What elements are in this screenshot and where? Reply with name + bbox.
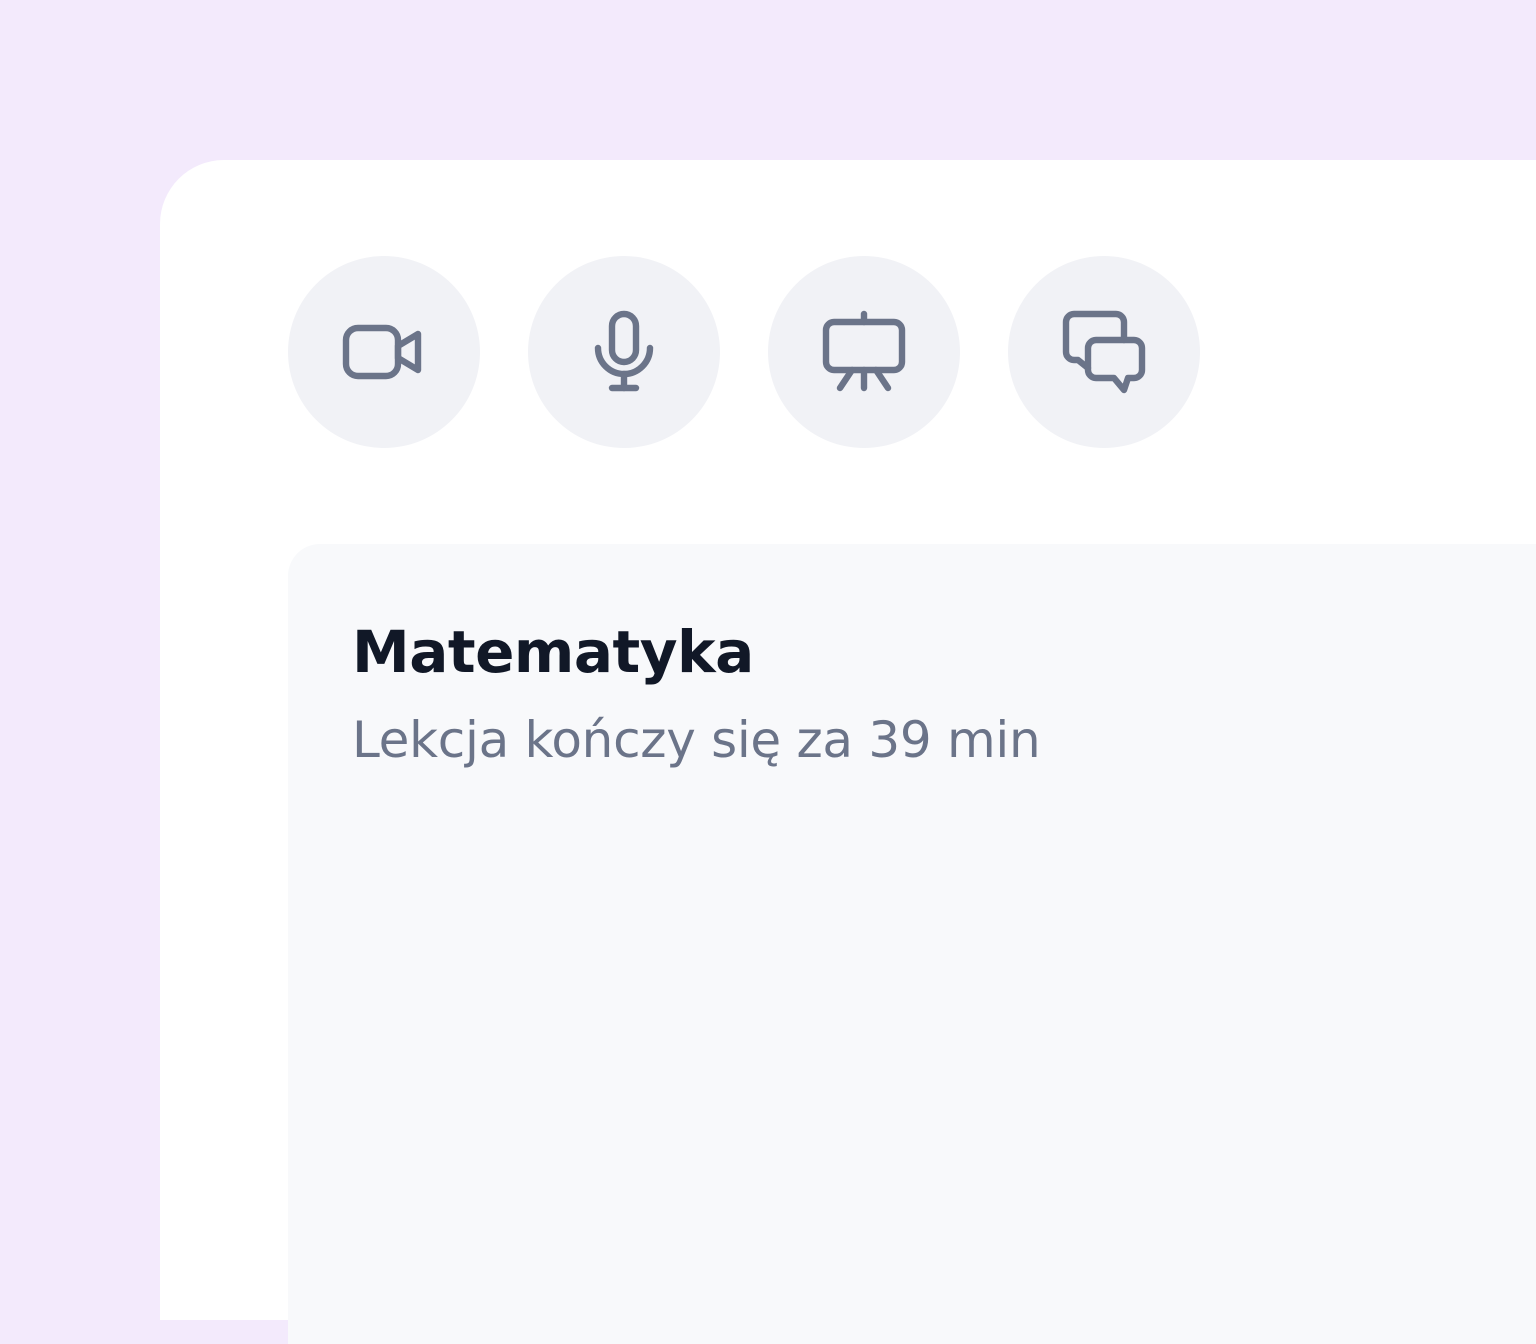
camera-button[interactable]	[288, 256, 480, 448]
media-toolbar	[288, 256, 1200, 448]
chat-bubbles-icon	[1056, 304, 1152, 400]
chat-button[interactable]	[1008, 256, 1200, 448]
microphone-icon	[576, 304, 672, 400]
classroom-window: Matematyka Lekcja kończy się za 39 min	[160, 160, 1536, 1344]
presentation-button[interactable]	[768, 256, 960, 448]
lesson-card: Matematyka Lekcja kończy się za 39 min	[288, 544, 1536, 1344]
lesson-time-remaining: Lekcja kończy się za 39 min	[352, 711, 1041, 769]
presentation-board-icon	[816, 304, 912, 400]
microphone-button[interactable]	[528, 256, 720, 448]
lesson-title: Matematyka	[352, 618, 754, 686]
video-camera-icon	[336, 304, 432, 400]
